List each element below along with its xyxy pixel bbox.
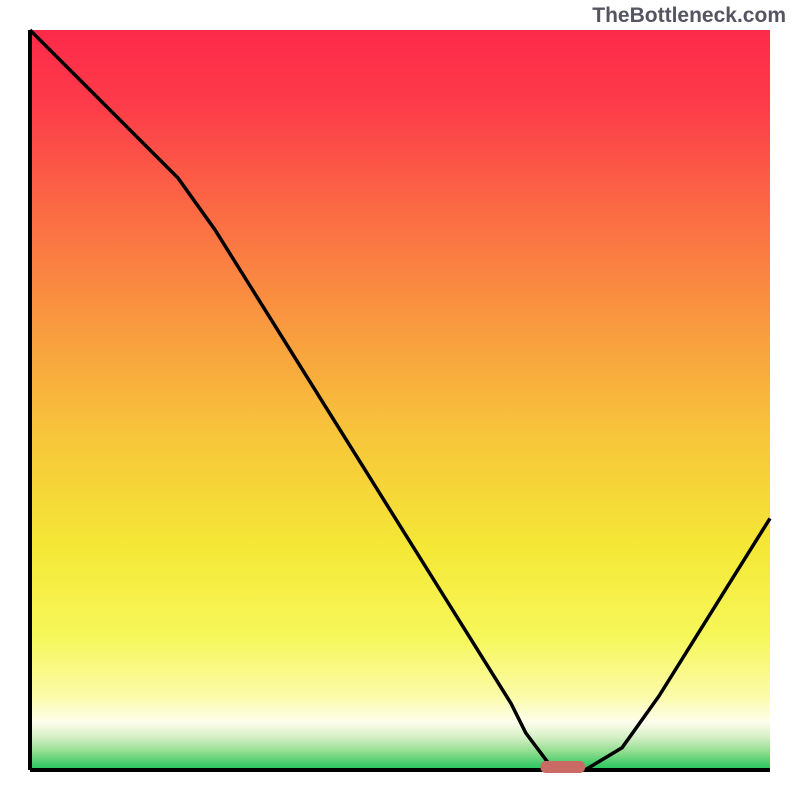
optimal-zone-marker xyxy=(541,761,585,773)
chart-container: TheBottleneck.com xyxy=(0,0,800,800)
bottleneck-chart xyxy=(0,0,800,800)
watermark-text: TheBottleneck.com xyxy=(592,4,786,28)
